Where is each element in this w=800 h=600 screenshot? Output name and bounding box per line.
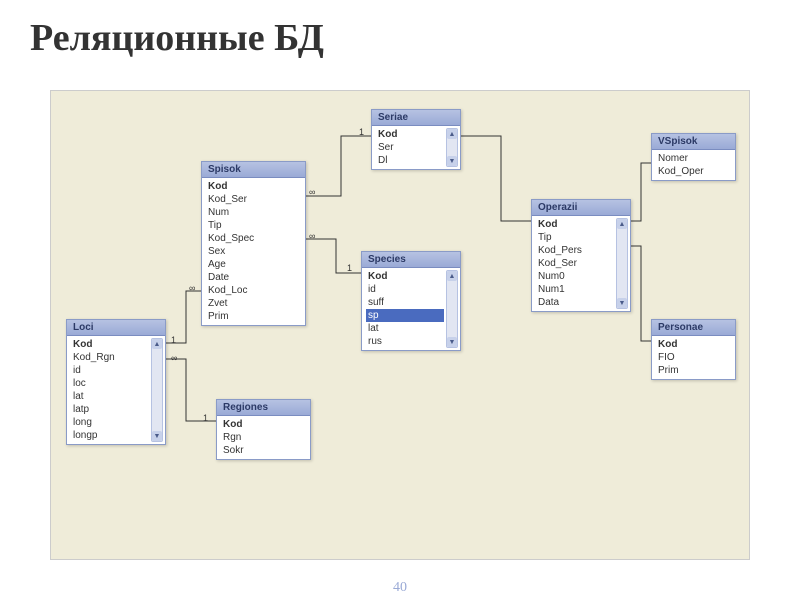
field-row[interactable]: Sex	[206, 245, 303, 258]
field-row[interactable]: Num1	[536, 283, 614, 296]
table-header[interactable]: Regiones	[217, 400, 310, 416]
relation-line	[461, 136, 531, 221]
field-row[interactable]: sp	[366, 309, 444, 322]
field-row[interactable]: Rgn	[221, 431, 308, 444]
table-body: KodSerDl▲▼	[372, 126, 460, 169]
table-body: KodKod_Rgnidloclatlatplonglongp▲▼	[67, 336, 165, 444]
field-row[interactable]: id	[366, 283, 444, 296]
field-row[interactable]: Tip	[206, 219, 303, 232]
field-row[interactable]: Dl	[376, 154, 444, 167]
field-row[interactable]: Num0	[536, 270, 614, 283]
scrollbar[interactable]: ▲▼	[151, 338, 163, 442]
field-row[interactable]: rus	[366, 335, 444, 348]
field-row[interactable]: longp	[71, 429, 149, 442]
table-seriae[interactable]: SeriaeKodSerDl▲▼	[371, 109, 461, 170]
field-row[interactable]: Tip	[536, 231, 614, 244]
field-row[interactable]: Kod_Spec	[206, 232, 303, 245]
table-species[interactable]: SpeciesKodidsuffsplatrus▲▼	[361, 251, 461, 351]
field-row[interactable]: Kod_Rgn	[71, 351, 149, 364]
table-operazii[interactable]: Operazii KodTipKod_PersKod_SerNum0Num1Dat…	[531, 199, 631, 312]
field-row[interactable]: Kod	[536, 218, 614, 231]
field-row[interactable]: Nomer	[656, 152, 733, 165]
field-row[interactable]: Kod	[376, 128, 444, 141]
table-header[interactable]: Operazii	[532, 200, 630, 216]
field-row[interactable]: Kod_Pers	[536, 244, 614, 257]
field-row[interactable]: Kod_Ser	[536, 257, 614, 270]
field-row[interactable]: Kod_Oper	[656, 165, 733, 178]
page-number: 40	[393, 580, 407, 596]
relation-line	[631, 163, 651, 221]
field-row[interactable]: Kod	[71, 338, 149, 351]
field-row[interactable]: id	[71, 364, 149, 377]
relation-line	[631, 246, 651, 341]
table-header[interactable]: Seriae	[372, 110, 460, 126]
scroll-down-icon[interactable]: ▼	[617, 298, 627, 308]
cardinality-label: ∞	[309, 187, 315, 197]
page-title: Реляционные БД	[0, 0, 800, 68]
field-row[interactable]: loc	[71, 377, 149, 390]
relation-line	[306, 239, 361, 273]
scroll-down-icon[interactable]: ▼	[447, 156, 457, 166]
field-row[interactable]: latp	[71, 403, 149, 416]
scroll-up-icon[interactable]: ▲	[152, 339, 162, 349]
field-row[interactable]: Kod_Ser	[206, 193, 303, 206]
scroll-down-icon[interactable]: ▼	[152, 431, 162, 441]
field-row[interactable]: Kod	[366, 270, 444, 283]
scroll-down-icon[interactable]: ▼	[447, 337, 457, 347]
table-header[interactable]: Species	[362, 252, 460, 268]
scroll-up-icon[interactable]: ▲	[447, 129, 457, 139]
table-header[interactable]: VSpisok	[652, 134, 735, 150]
field-row[interactable]: Ser	[376, 141, 444, 154]
scroll-up-icon[interactable]: ▲	[617, 219, 627, 229]
table-body: KodTipKod_PersKod_SerNum0Num1Data▲▼	[532, 216, 630, 311]
field-row[interactable]: Date	[206, 271, 303, 284]
field-row[interactable]: Kod	[656, 338, 733, 351]
table-header[interactable]: Spisok	[202, 162, 305, 178]
cardinality-label: 1	[359, 127, 364, 137]
field-row[interactable]: Prim	[656, 364, 733, 377]
cardinality-label: ∞	[309, 231, 315, 241]
diagram-canvas: 1∞∞1∞1∞1LociKodKod_Rgnidloclatlatplonglo…	[50, 90, 750, 560]
scrollbar[interactable]: ▲▼	[446, 270, 458, 348]
field-row[interactable]: lat	[71, 390, 149, 403]
field-row[interactable]: Kod	[221, 418, 308, 431]
cardinality-label: 1	[203, 413, 208, 423]
table-body: KodRgnSokr	[217, 416, 310, 459]
relation-line	[166, 359, 216, 421]
field-row[interactable]: Kod	[206, 180, 303, 193]
table-body: Kodidsuffsplatrus▲▼	[362, 268, 460, 350]
scrollbar[interactable]: ▲▼	[616, 218, 628, 309]
scrollbar[interactable]: ▲▼	[446, 128, 458, 167]
cardinality-label: ∞	[171, 353, 177, 363]
field-row[interactable]: FIO	[656, 351, 733, 364]
field-row[interactable]: Prim	[206, 310, 303, 323]
cardinality-label: 1	[171, 335, 176, 345]
table-body: KodFIOPrim	[652, 336, 735, 379]
table-body: KodKod_SerNumTipKod_SpecSexAgeDateKod_Lo…	[202, 178, 305, 325]
field-row[interactable]: Zvet	[206, 297, 303, 310]
table-loci[interactable]: LociKodKod_Rgnidloclatlatplonglongp▲▼	[66, 319, 166, 445]
field-row[interactable]: Kod_Loc	[206, 284, 303, 297]
field-row[interactable]: Num	[206, 206, 303, 219]
field-row[interactable]: Age	[206, 258, 303, 271]
table-header[interactable]: Personae	[652, 320, 735, 336]
field-row[interactable]: Data	[536, 296, 614, 309]
cardinality-label: ∞	[189, 283, 195, 293]
table-personae[interactable]: PersonaeKodFIOPrim	[651, 319, 736, 380]
field-row[interactable]: lat	[366, 322, 444, 335]
table-regiones[interactable]: RegionesKodRgnSokr	[216, 399, 311, 460]
table-header[interactable]: Loci	[67, 320, 165, 336]
field-row[interactable]: suff	[366, 296, 444, 309]
cardinality-label: 1	[347, 263, 352, 273]
field-row[interactable]: Sokr	[221, 444, 308, 457]
scroll-up-icon[interactable]: ▲	[447, 271, 457, 281]
table-body: NomerKod_Oper	[652, 150, 735, 180]
slide: Реляционные БД 1∞∞1∞1∞1LociKodKod_Rgnidl…	[0, 0, 800, 600]
table-vspisok[interactable]: VSpisokNomerKod_Oper	[651, 133, 736, 181]
field-row[interactable]: long	[71, 416, 149, 429]
table-spisok[interactable]: SpisokKodKod_SerNumTipKod_SpecSexAgeDate…	[201, 161, 306, 326]
relation-line	[306, 136, 371, 196]
